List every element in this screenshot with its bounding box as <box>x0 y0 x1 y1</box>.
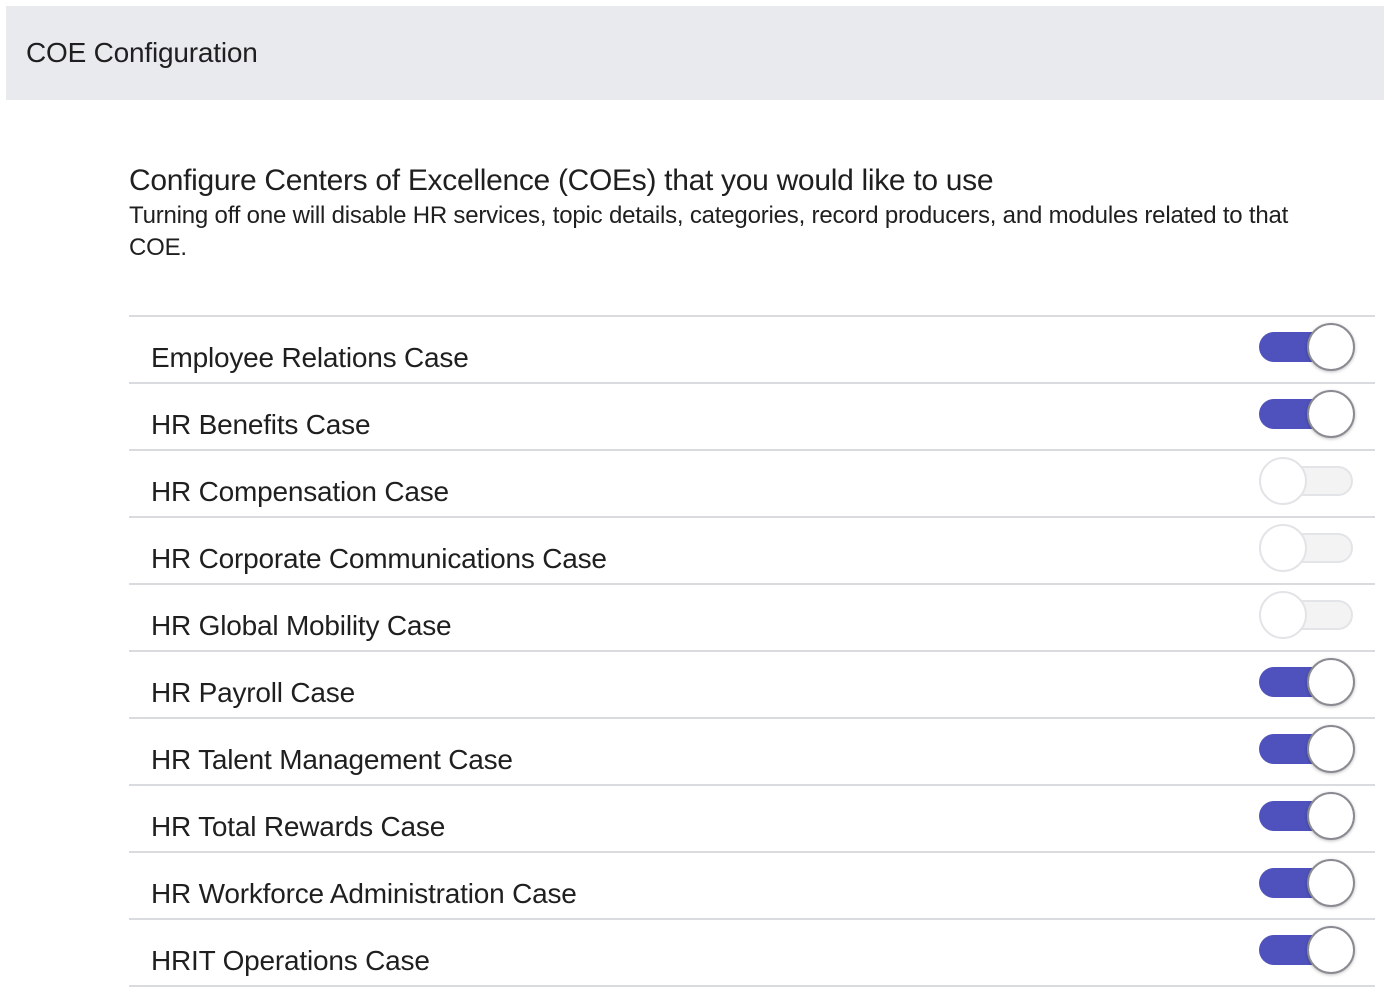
coe-label: HRIT Operations Case <box>151 945 430 976</box>
coe-toggle-hr-compensation[interactable] <box>1259 457 1355 505</box>
toggle-knob <box>1307 725 1355 773</box>
coe-toggle-hr-global-mobility[interactable] <box>1259 591 1355 639</box>
toggle-knob <box>1259 591 1307 639</box>
toggle-knob <box>1307 658 1355 706</box>
toggle-knob <box>1259 457 1307 505</box>
coe-row-hr-payroll: HR Payroll Case <box>129 652 1375 719</box>
toggle-knob <box>1307 323 1355 371</box>
coe-row-employee-relations: Employee Relations Case <box>129 317 1375 384</box>
coe-label: HR Global Mobility Case <box>151 610 452 641</box>
coe-row-hr-total-rewards: HR Total Rewards Case <box>129 786 1375 853</box>
coe-label: HR Corporate Communications Case <box>151 543 607 574</box>
coe-toggle-hr-benefits[interactable] <box>1259 390 1355 438</box>
coe-toggle-hr-payroll[interactable] <box>1259 658 1355 706</box>
coe-label: HR Talent Management Case <box>151 744 513 775</box>
intro-heading: Configure Centers of Excellence (COEs) t… <box>129 164 994 197</box>
coe-label: HR Payroll Case <box>151 677 355 708</box>
page-title: COE Configuration <box>26 37 258 68</box>
coe-row-hr-talent-management: HR Talent Management Case <box>129 719 1375 786</box>
coe-toggle-hr-talent-management[interactable] <box>1259 725 1355 773</box>
coe-row-hrit-operations: HRIT Operations Case <box>129 920 1375 987</box>
coe-toggle-employee-relations[interactable] <box>1259 323 1355 371</box>
intro-description: Turning off one will disable HR services… <box>129 202 1289 261</box>
coe-toggle-hrit-operations[interactable] <box>1259 926 1355 974</box>
intro-section: Configure Centers of Excellence (COEs) t… <box>129 162 1349 264</box>
toggle-knob <box>1307 926 1355 974</box>
coe-label: HR Benefits Case <box>151 409 371 440</box>
coe-row-hr-compensation: HR Compensation Case <box>129 451 1375 518</box>
coe-label: HR Compensation Case <box>151 476 449 507</box>
coe-toggle-hr-corporate-communications[interactable] <box>1259 524 1355 572</box>
toggle-knob <box>1307 792 1355 840</box>
coe-label: Employee Relations Case <box>151 342 469 373</box>
coe-row-hr-global-mobility: HR Global Mobility Case <box>129 585 1375 652</box>
page-header: COE Configuration <box>6 6 1384 100</box>
coe-label: HR Total Rewards Case <box>151 811 446 842</box>
toggle-knob <box>1307 859 1355 907</box>
coe-toggle-hr-total-rewards[interactable] <box>1259 792 1355 840</box>
coe-row-hr-workforce-administration: HR Workforce Administration Case <box>129 853 1375 920</box>
toggle-knob <box>1259 524 1307 572</box>
coe-label: HR Workforce Administration Case <box>151 878 577 909</box>
toggle-knob <box>1307 390 1355 438</box>
coe-toggle-hr-workforce-administration[interactable] <box>1259 859 1355 907</box>
coe-row-hr-benefits: HR Benefits Case <box>129 384 1375 451</box>
coe-list: Employee Relations Case HR Benefits Case… <box>129 315 1375 987</box>
coe-row-hr-corporate-communications: HR Corporate Communications Case <box>129 518 1375 585</box>
